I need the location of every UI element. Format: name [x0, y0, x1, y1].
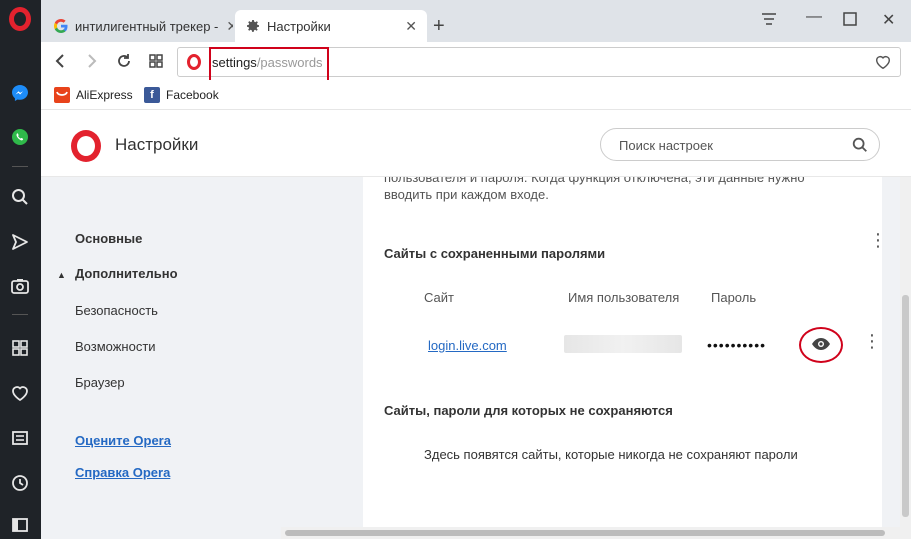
blurred-username: [564, 335, 682, 353]
eye-icon: [811, 337, 831, 354]
camera-icon[interactable]: [9, 275, 31, 297]
never-saved-title: Сайты, пароли для которых не сохраняются: [384, 403, 673, 418]
tab-settings-label: Настройки: [267, 18, 331, 34]
bookmark-facebook-label: Facebook: [166, 88, 219, 102]
page-title: Настройки: [115, 135, 199, 154]
search-icon[interactable]: [851, 136, 869, 154]
close-window-button[interactable]: ✕: [882, 10, 895, 30]
settings-search-input[interactable]: Поиск настроек: [600, 128, 880, 161]
masked-password: ••••••••••: [707, 337, 767, 353]
google-icon: [53, 18, 69, 34]
horizontal-scrollbar[interactable]: [281, 527, 911, 539]
settings-header: Настройки Поиск настроек: [41, 111, 911, 177]
content-gutter: [281, 177, 363, 539]
rate-opera-link[interactable]: Оцените Opera: [75, 433, 171, 448]
settings-nav: Основные ▲ Дополнительно Безопасность Во…: [41, 177, 281, 539]
description-text: пользователя и пароля. Когда функция отк…: [384, 177, 805, 202]
tab-tracker[interactable]: интилигентный трекер - ✕: [43, 10, 233, 42]
nav-features[interactable]: Возможности: [75, 339, 156, 354]
speed-dial-icon[interactable]: [9, 337, 31, 359]
show-password-button[interactable]: [799, 327, 843, 363]
send-icon[interactable]: [9, 231, 31, 253]
bookmarks-bar: AliExpress f Facebook: [41, 80, 911, 110]
bookmark-heart-icon[interactable]: [874, 53, 892, 71]
speed-dial-button[interactable]: [145, 50, 167, 72]
passwords-card: пользователя и пароля. Когда функция отк…: [363, 177, 882, 527]
bookmark-aliexpress[interactable]: AliExpress: [54, 87, 133, 103]
news-icon[interactable]: [9, 427, 31, 449]
tab-close-icon[interactable]: ✕: [397, 18, 417, 35]
maximize-button[interactable]: [843, 12, 857, 31]
aliexpress-icon: [54, 87, 70, 103]
nav-security[interactable]: Безопасность: [75, 303, 158, 318]
reload-button[interactable]: [113, 50, 135, 72]
tab-close-icon[interactable]: ✕: [218, 18, 233, 35]
gear-icon: [245, 18, 261, 34]
bookmark-aliexpress-label: AliExpress: [76, 88, 133, 102]
collapse-triangle-icon[interactable]: ▲: [57, 270, 66, 280]
never-saved-empty-message: Здесь появятся сайты, которые никогда не…: [424, 447, 798, 462]
facebook-icon: f: [144, 87, 160, 103]
col-password: Пароль: [711, 290, 757, 305]
opera-logo-icon[interactable]: [9, 7, 31, 31]
saved-passwords-title: Сайты с сохраненными паролями: [384, 246, 606, 261]
col-username: Имя пользователя: [568, 290, 680, 305]
tab-menu-icon[interactable]: [761, 12, 777, 31]
saved-passwords-menu-icon[interactable]: ⋮: [869, 231, 882, 249]
col-site: Сайт: [424, 290, 454, 305]
search-icon[interactable]: [9, 186, 31, 208]
search-placeholder: Поиск настроек: [619, 138, 713, 153]
opera-logo-icon: [71, 130, 101, 162]
tab-strip: интилигентный трекер - ✕ Настройки ✕ + —…: [41, 0, 911, 42]
bookmark-facebook[interactable]: f Facebook: [144, 87, 219, 103]
tab-settings[interactable]: Настройки ✕: [235, 10, 427, 42]
heart-icon[interactable]: [9, 382, 31, 404]
new-tab-button[interactable]: +: [433, 15, 445, 38]
forward-button[interactable]: [81, 50, 103, 72]
back-button[interactable]: [49, 50, 71, 72]
saved-site-link[interactable]: login.live.com: [428, 338, 507, 353]
content-gutter-right: [882, 177, 900, 539]
sidebar-separator: [12, 166, 28, 167]
address-toolbar: settings/passwords: [41, 42, 911, 85]
vertical-scrollbar[interactable]: [900, 177, 911, 527]
opera-url-icon: [187, 54, 201, 70]
nav-browser[interactable]: Браузер: [75, 375, 125, 390]
help-opera-link[interactable]: Справка Opera: [75, 465, 170, 480]
horizontal-scroll-thumb[interactable]: [285, 530, 885, 536]
sidebar-toggle-icon[interactable]: [9, 514, 31, 536]
vertical-scroll-thumb[interactable]: [902, 295, 909, 517]
minimize-button[interactable]: —: [806, 8, 822, 26]
whatsapp-icon[interactable]: [9, 126, 31, 148]
nav-basic[interactable]: Основные: [75, 231, 142, 246]
tab-tracker-label: интилигентный трекер -: [75, 18, 219, 34]
row-menu-icon[interactable]: ⋮: [863, 332, 881, 350]
opera-sidebar: [0, 0, 41, 539]
nav-advanced[interactable]: Дополнительно: [75, 266, 178, 281]
sidebar-separator: [12, 314, 28, 315]
messenger-icon[interactable]: [9, 82, 31, 104]
history-icon[interactable]: [9, 472, 31, 494]
